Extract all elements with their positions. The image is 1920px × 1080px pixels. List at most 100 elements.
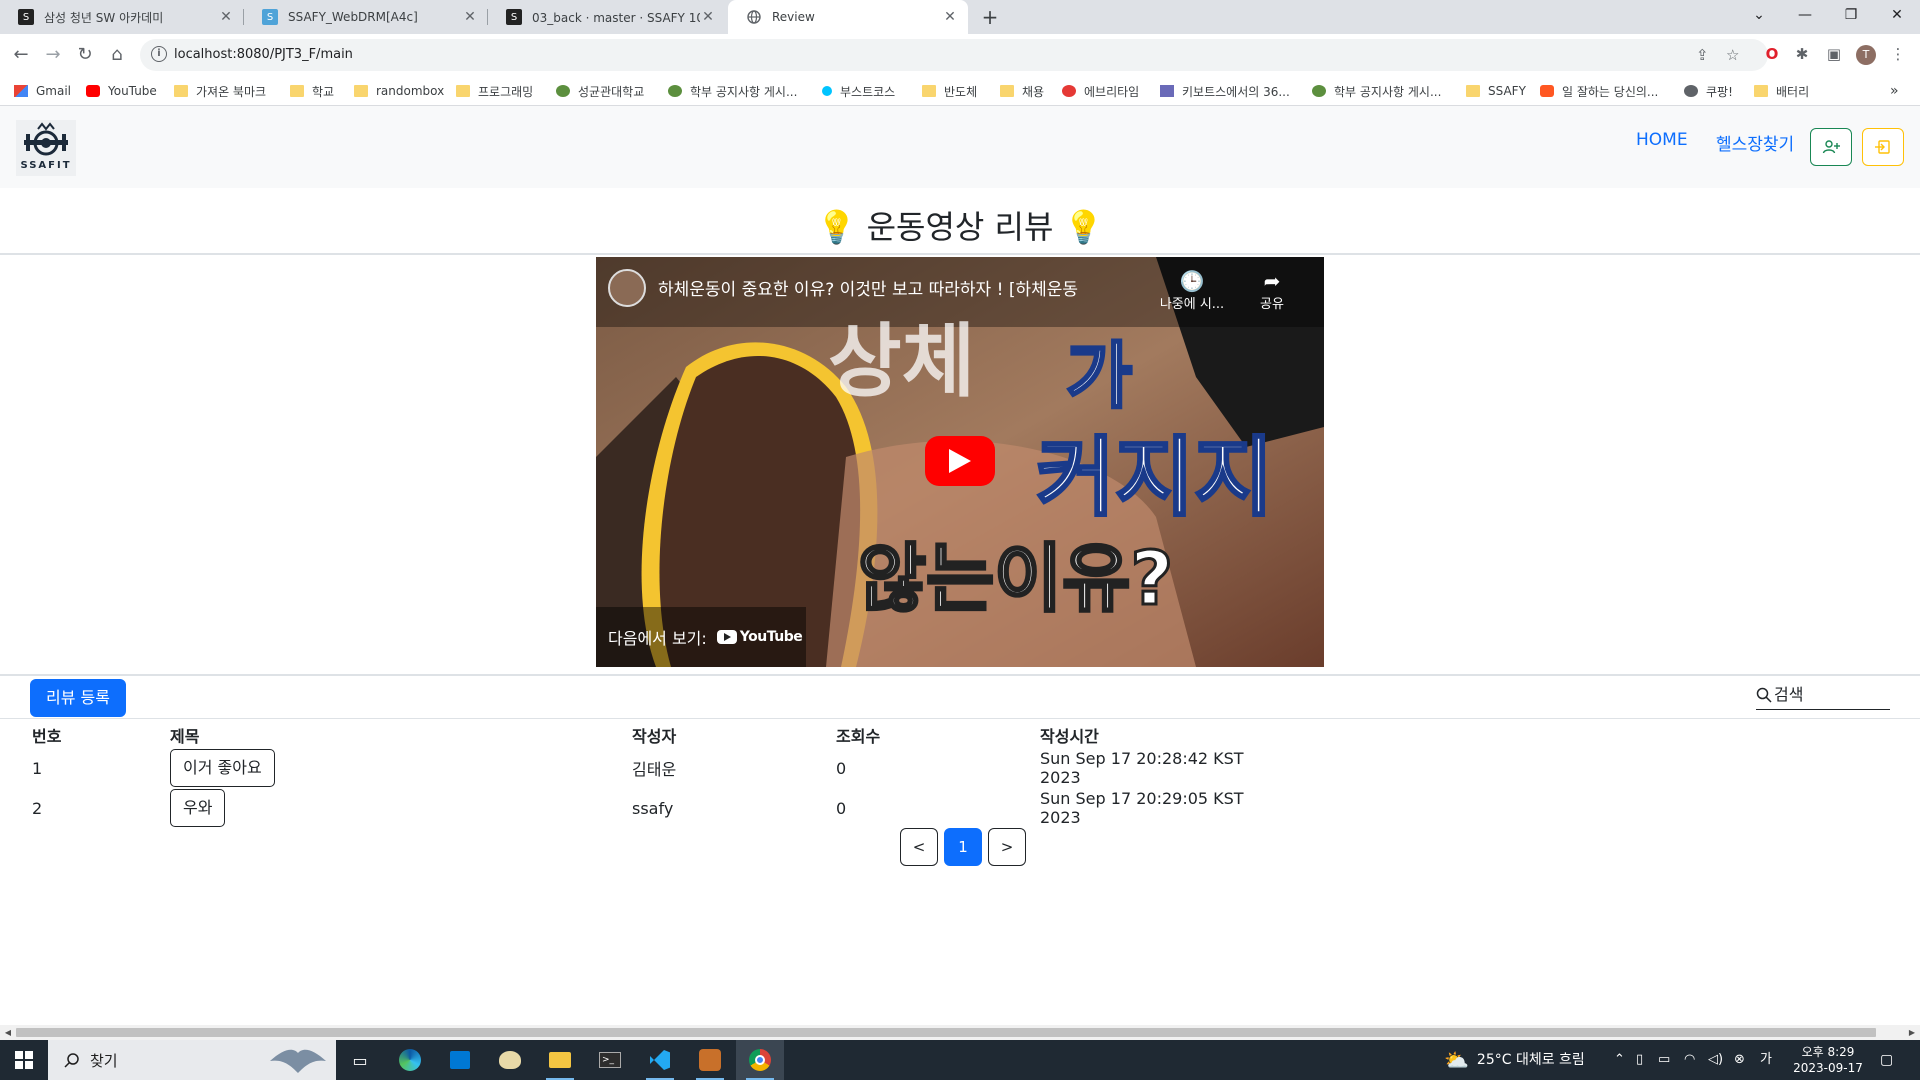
bookmark-notice-1[interactable]: 학부 공지사항 게시... xyxy=(668,81,797,101)
mute-status-icon[interactable]: ⊗ xyxy=(1734,1040,1745,1080)
scroll-left-arrow-icon[interactable]: ◀ xyxy=(0,1025,16,1040)
share-icon[interactable]: ⇪ xyxy=(1696,39,1709,71)
ssafit-logo[interactable]: SSAFIT xyxy=(16,120,76,176)
edge-app[interactable] xyxy=(386,1040,434,1080)
share-label: 공유 xyxy=(1260,297,1284,312)
bookmark-semiconductor[interactable]: 반도체 xyxy=(922,81,977,101)
close-icon[interactable]: ✕ xyxy=(218,9,234,25)
tab-search-icon[interactable]: ⌄ xyxy=(1736,0,1782,30)
device-icon[interactable]: ▯ xyxy=(1636,1040,1643,1080)
vscode-app[interactable] xyxy=(636,1040,684,1080)
search-input[interactable] xyxy=(1774,685,1884,704)
share-button[interactable]: ➦ 공유 xyxy=(1242,269,1302,312)
bookmark-keyboard[interactable]: 키보트스에서의 36... xyxy=(1160,81,1290,101)
bookmark-programming[interactable]: 프로그래밍 xyxy=(456,81,533,101)
signup-button[interactable] xyxy=(1810,128,1852,166)
bookmark-randombox[interactable]: randombox xyxy=(354,81,444,101)
bookmark-imported[interactable]: 가져온 북마크 xyxy=(174,81,266,101)
volume-icon[interactable]: ◁) xyxy=(1708,1040,1723,1080)
new-tab-button[interactable]: + xyxy=(976,4,1004,30)
scrollbar-thumb[interactable] xyxy=(16,1028,1876,1037)
store-app[interactable] xyxy=(436,1040,484,1080)
address-bar[interactable]: i localhost:8080/PJT3_F/main ⇪ ☆ xyxy=(140,39,1768,71)
bookmark-jobs[interactable]: 채용 xyxy=(1000,81,1044,101)
extensions-icon[interactable]: ✱ xyxy=(1790,42,1814,66)
back-button[interactable]: ← xyxy=(8,42,34,68)
task-view-button[interactable]: ▭ xyxy=(336,1040,384,1080)
battery-icon[interactable]: ▭ xyxy=(1658,1040,1670,1080)
wifi-icon[interactable]: ◠ xyxy=(1684,1040,1695,1080)
bookmark-youtube[interactable]: YouTube xyxy=(86,81,157,101)
nav-gym-link[interactable]: 헬스장찾기 xyxy=(1716,130,1794,155)
tab-webdrm[interactable]: S SSAFY_WebDRM[A4c] ✕ xyxy=(244,0,488,34)
next-page-button[interactable]: > xyxy=(988,828,1026,866)
profile-avatar[interactable]: T xyxy=(1856,45,1876,65)
reload-button[interactable]: ↻ xyxy=(72,42,98,68)
watch-later-button[interactable]: 🕒 나중에 시... xyxy=(1152,269,1232,312)
forward-button[interactable]: → xyxy=(40,42,66,68)
channel-avatar[interactable] xyxy=(608,269,646,307)
paint-app[interactable] xyxy=(486,1040,534,1080)
prev-page-button[interactable]: < xyxy=(900,828,938,866)
youtube-video-player[interactable]: 하체운동이 중요한 이유? 이것만 보고 따라하자 ! [하체운동 ... 🕒 … xyxy=(596,257,1324,667)
url-text[interactable]: localhost:8080/PJT3_F/main xyxy=(174,39,353,71)
bookmark-school[interactable]: 학교 xyxy=(290,81,334,101)
bookmark-label: 일 잘하는 당신의... xyxy=(1562,84,1659,99)
review-title-button[interactable]: 우와 xyxy=(170,789,226,827)
bookmark-work[interactable]: 일 잘하는 당신의... xyxy=(1540,81,1658,101)
bookmark-battery[interactable]: 배터리 xyxy=(1754,81,1809,101)
terminal-app[interactable]: >_ xyxy=(586,1040,634,1080)
start-button[interactable] xyxy=(0,1040,48,1080)
tray-overflow-icon[interactable]: ⌃ xyxy=(1614,1040,1625,1080)
opera-extension-icon[interactable]: O xyxy=(1760,42,1784,66)
tab-review[interactable]: Review ✕ xyxy=(728,0,968,34)
logo-text: SSAFIT xyxy=(20,160,72,171)
info-icon[interactable]: i xyxy=(151,46,167,62)
more-bookmarks-icon[interactable]: » xyxy=(1890,81,1899,101)
bookmark-gmail[interactable]: Gmail xyxy=(14,81,71,101)
game-app[interactable] xyxy=(686,1040,734,1080)
divider xyxy=(0,718,1920,719)
home-button[interactable]: ⌂ xyxy=(104,42,130,68)
close-icon[interactable]: ✕ xyxy=(942,9,958,25)
tab-ssafy-academy[interactable]: S 삼성 청년 SW 아카데미 ✕ xyxy=(0,0,244,34)
review-title-button[interactable]: 이거 좋아요 xyxy=(170,749,275,787)
bookmark-boostcourse[interactable]: 부스트코스 xyxy=(822,81,895,101)
restore-button[interactable]: ❐ xyxy=(1828,0,1874,30)
minimize-button[interactable]: — xyxy=(1782,0,1828,30)
close-icon[interactable]: ✕ xyxy=(700,9,716,25)
bookmark-everytime[interactable]: 에브리타임 xyxy=(1062,81,1139,101)
nav-home-link[interactable]: HOME xyxy=(1636,130,1688,150)
scroll-right-arrow-icon[interactable]: ▶ xyxy=(1904,1025,1920,1040)
menu-icon[interactable]: ⋮ xyxy=(1886,42,1910,66)
bookmark-star-icon[interactable]: ☆ xyxy=(1726,39,1739,71)
bookmark-coupang[interactable]: 쿠팡! xyxy=(1684,81,1733,101)
tab-strip: S 삼성 청년 SW 아카데미 ✕ S SSAFY_WebDRM[A4c] ✕ … xyxy=(0,0,1920,34)
page-1-button[interactable]: 1 xyxy=(944,828,982,866)
play-button[interactable] xyxy=(925,436,995,486)
ime-icon[interactable]: 가 xyxy=(1760,1040,1772,1080)
tab-gitlab[interactable]: S 03_back · master · SSAFY 10기 / ✕ xyxy=(488,0,726,34)
col-header-title: 제목 xyxy=(170,727,200,746)
bookmark-label: 가져온 북마크 xyxy=(196,84,267,99)
divider xyxy=(0,253,1920,255)
bookmark-notice-2[interactable]: 학부 공지사항 게시... xyxy=(1312,81,1441,101)
horizontal-scrollbar[interactable]: ◀ ▶ xyxy=(0,1025,1920,1040)
taskbar-clock[interactable]: 오후 8:29 2023-09-17 xyxy=(1790,1044,1866,1076)
close-icon[interactable]: ✕ xyxy=(462,9,478,25)
side-panel-icon[interactable]: ▣ xyxy=(1822,42,1846,66)
register-review-button[interactable]: 리뷰 등록 xyxy=(30,679,126,717)
window-close-button[interactable]: ✕ xyxy=(1874,0,1920,30)
login-button[interactable] xyxy=(1862,128,1904,166)
watch-on-youtube-link[interactable]: 다음에서 보기: YouTube xyxy=(608,625,803,649)
file-explorer-app[interactable] xyxy=(536,1040,584,1080)
chrome-app[interactable] xyxy=(736,1040,784,1080)
taskbar-search[interactable]: 찾기 xyxy=(48,1040,336,1080)
bookmark-skku[interactable]: 성균관대학교 xyxy=(556,81,644,101)
bookmark-ssafy[interactable]: SSAFY xyxy=(1466,81,1526,101)
bookmark-label: 채용 xyxy=(1022,84,1045,99)
weather-widget[interactable]: ⛅ 25°C 대체로 흐림 xyxy=(1444,1040,1585,1080)
notification-icon[interactable]: ▢ xyxy=(1880,1040,1893,1080)
browser-toolbar: ← → ↻ ⌂ i localhost:8080/PJT3_F/main ⇪ ☆… xyxy=(0,34,1920,76)
folder-icon xyxy=(290,85,304,97)
